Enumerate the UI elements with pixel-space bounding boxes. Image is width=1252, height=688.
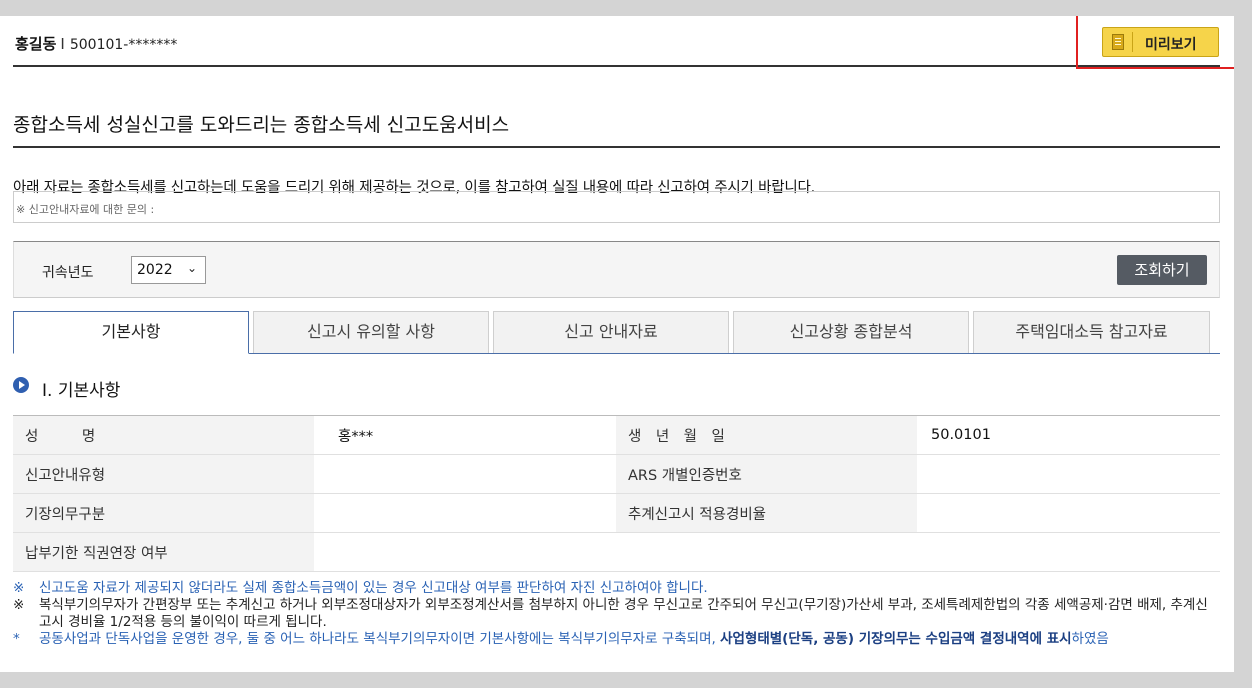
title-divider [13, 146, 1220, 148]
button-divider [1132, 32, 1133, 52]
note-item: ※ 신고도움 자료가 제공되지 않더라도 실제 종합소득금액이 있는 경우 신고… [13, 580, 1220, 597]
arrow-circle-icon [13, 377, 29, 393]
user-id: 500101-******* [69, 37, 178, 53]
note-text: 공동사업과 단독사업을 운영한 경우, 둘 중 어느 하나라도 복식부기의무자이… [39, 631, 721, 647]
tab-filing-analysis[interactable]: 신고상황 종합분석 [733, 311, 969, 353]
inquiry-box: ※ 신고안내자료에 대한 문의 : [13, 191, 1220, 223]
name-label: 성 명 [13, 415, 314, 455]
section-title-text: Ⅰ. 기본사항 [42, 381, 121, 401]
birthdate-label: 생 년 월 일 [616, 415, 917, 455]
tax-help-page: 홍길동 I 500101-******* 미리보기 종합소득세 성실신고를 도와드리… [0, 16, 1234, 672]
year-select[interactable]: 2022 ⌄ [131, 256, 206, 284]
search-bar: 귀속년도 2022 ⌄ 조회하기 [13, 241, 1220, 298]
tab-housing-rental[interactable]: 주택임대소득 참고자료 [973, 311, 1210, 353]
page-title: 종합소득세 성실신고를 도와드리는 종합소득세 신고도움서비스 [13, 114, 510, 136]
note-item: ※ 복식부기의무자가 간편장부 또는 추계신고 하거나 외부조정대상자가 외부조… [13, 597, 1220, 631]
user-info-bar: 홍길동 I 500101-******* [13, 16, 1220, 67]
tab-bar: 기본사항 신고시 유의할 사항 신고 안내자료 신고상황 종합분석 주택임대소득… [13, 311, 1220, 354]
guide-type-value [314, 454, 616, 494]
ars-auth-label: ARS 개별인증번호 [616, 454, 917, 494]
basic-info-table: 성 명 홍*** 생 년 월 일 50.0101 신고안내유형 ARS 개별인증… [13, 415, 1220, 572]
note-text: 복식부기의무자가 간편장부 또는 추계신고 하거나 외부조정대상자가 외부조정계… [39, 597, 1208, 630]
preview-button-label: 미리보기 [1145, 37, 1197, 53]
table-row: 납부기한 직권연장 여부 [13, 532, 1220, 572]
expense-rate-value [917, 493, 1220, 533]
birthdate-value: 50.0101 [917, 415, 1220, 455]
user-name-text: 홍길동 [15, 35, 57, 53]
inquiry-text: ※ 신고안내자료에 대한 문의 : [16, 203, 155, 216]
deadline-extension-label: 납부기한 직권연장 여부 [13, 532, 314, 572]
deadline-extension-value [314, 532, 1220, 572]
note-text: 신고도움 자료가 제공되지 않더라도 실제 종합소득금액이 있는 경우 신고대상… [39, 580, 708, 596]
preview-button[interactable]: 미리보기 [1102, 27, 1219, 57]
note-mark: ※ [13, 597, 25, 613]
note-emphasis: 사업형태별(단독, 공동) 기장의무는 수입금액 결정내역에 표시 [720, 631, 1072, 647]
search-button[interactable]: 조회하기 [1117, 255, 1207, 285]
note-text-end: 하였음 [1071, 631, 1109, 647]
year-select-value: 2022 [137, 262, 173, 278]
note-item: * 공동사업과 단독사업을 운영한 경우, 둘 중 어느 하나라도 복식부기의무… [13, 631, 1220, 648]
table-row: 기장의무구분 추계신고시 적용경비율 [13, 493, 1220, 533]
notes: ※ 신고도움 자료가 제공되지 않더라도 실제 종합소득금액이 있는 경우 신고… [13, 580, 1220, 648]
chevron-down-icon: ⌄ [187, 261, 198, 275]
user-name: 홍길동 I 500101-******* [15, 33, 177, 54]
note-mark: * [13, 631, 20, 647]
user-separator: I [60, 35, 65, 53]
tab-basic-info[interactable]: 기본사항 [13, 311, 249, 354]
name-value: 홍*** [314, 415, 616, 455]
table-row: 성 명 홍*** 생 년 월 일 50.0101 [13, 415, 1220, 455]
ars-auth-value [917, 454, 1220, 494]
tab-filing-notes[interactable]: 신고시 유의할 사항 [253, 311, 489, 353]
year-label: 귀속년도 [42, 265, 94, 281]
table-row: 신고안내유형 ARS 개별인증번호 [13, 454, 1220, 494]
expense-rate-label: 추계신고시 적용경비율 [616, 493, 917, 533]
document-icon [1112, 34, 1124, 50]
tab-filing-guide[interactable]: 신고 안내자료 [493, 311, 729, 353]
bookkeeping-type-value [314, 493, 616, 533]
note-mark: ※ [13, 580, 25, 596]
guide-type-label: 신고안내유형 [13, 454, 314, 494]
bookkeeping-type-label: 기장의무구분 [13, 493, 314, 533]
